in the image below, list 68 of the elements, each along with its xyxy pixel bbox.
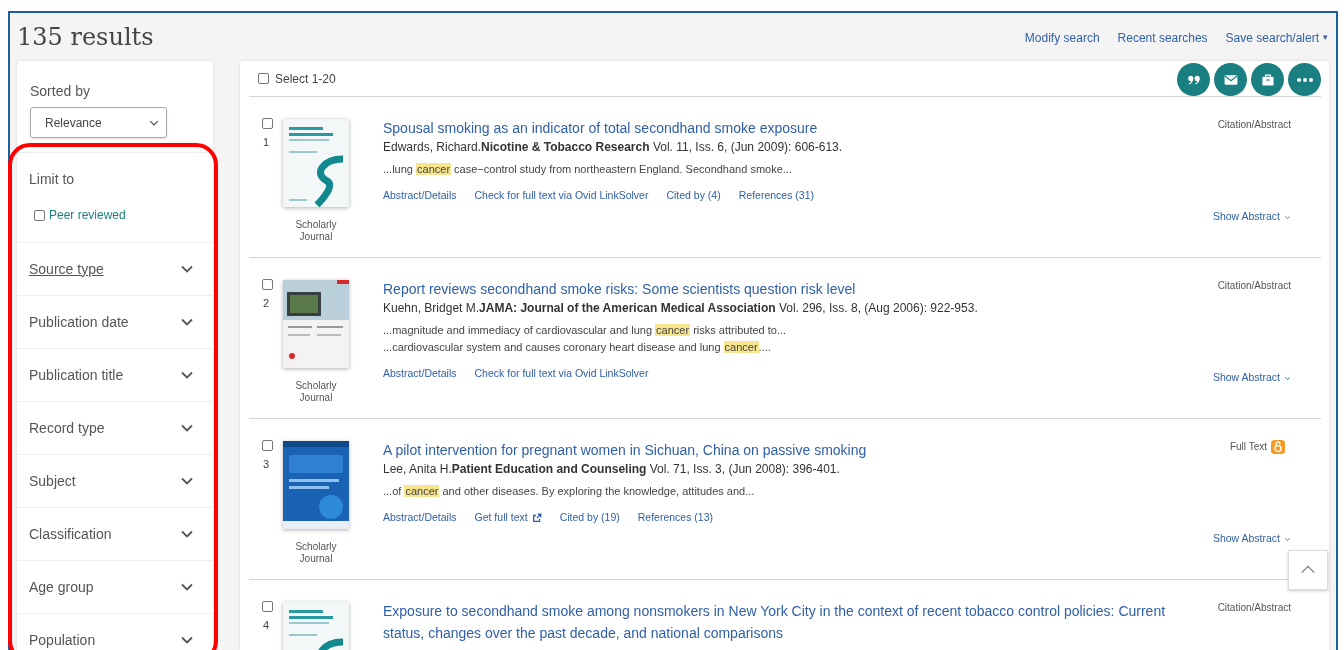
filter-accordion[interactable]: Source type	[17, 243, 213, 296]
result-number: 1	[262, 137, 270, 148]
source-type: Scholarly Journal	[294, 541, 338, 565]
peer-reviewed-label[interactable]: Peer reviewed	[49, 206, 126, 224]
sort-label: Sorted by	[30, 82, 91, 101]
result-title[interactable]: Report reviews secondhand smoke risks: Some scientists question risk level	[383, 278, 1181, 300]
result-link[interactable]: Abstract/Details	[383, 366, 457, 382]
checkbox[interactable]	[262, 118, 273, 129]
save-button[interactable]	[1251, 63, 1284, 96]
result-title[interactable]: Spousal smoking as an indicator of total secondhand smoke exposure	[383, 117, 1181, 139]
snippet: ...cardiovascular system and causes coronary heart disease and lung cancer....	[383, 340, 772, 355]
filter-accordion[interactable]: Publication date	[17, 296, 213, 349]
open-access-icon	[1271, 439, 1285, 454]
results-heading: 135 results	[17, 25, 154, 49]
filter-accordion[interactable]: Subject	[17, 455, 213, 508]
result-link[interactable]: References (13)	[637, 510, 714, 526]
format-label: Citation/Abstract	[1217, 601, 1291, 615]
filter-accordion[interactable]: Age group	[17, 561, 213, 614]
format-label: Citation/Abstract	[1217, 279, 1291, 293]
checkbox[interactable]	[262, 279, 273, 290]
email-button[interactable]	[1214, 63, 1247, 96]
external-link-icon	[531, 512, 542, 523]
result-title[interactable]: Exposure to secondhand smoke among nonsmokers in New York City in the context of recent tobacco control policies: Current status, changes over the past decade, and national comparisons	[383, 600, 1181, 644]
save-search-menu[interactable]: Save search/alert ▾	[1225, 29, 1328, 47]
sort-dropdown[interactable]: Relevance	[30, 107, 167, 138]
citation: Kuehn, Bridget M.JAMA: Journal of the American Medical Association Vol. 296, Iss. 8, (Aug 2006): 922-953.	[383, 300, 979, 316]
cite-button[interactable]	[1177, 63, 1210, 96]
chevron-down-icon	[1284, 535, 1291, 543]
checkbox[interactable]	[262, 440, 273, 451]
result-link[interactable]: Check for full text via Ovid LinkSolver	[474, 366, 649, 382]
filter-accordion[interactable]: Record type	[17, 402, 213, 455]
result-link[interactable]: References (31)	[738, 188, 814, 204]
source-type: Scholarly Journal	[294, 219, 338, 243]
chevron-down-icon	[1284, 213, 1291, 221]
show-abstract-button[interactable]: Show Abstract	[1212, 531, 1291, 547]
snippet: ...of cancer and other diseases. By exploring the knowledge, attitudes and...	[383, 484, 756, 499]
checkbox[interactable]	[258, 73, 269, 84]
header-link[interactable]: Recent searches	[1117, 29, 1208, 47]
limit-label: Limit to	[29, 170, 76, 189]
full-text-link[interactable]: Get full text	[474, 510, 542, 526]
result-number: 4	[262, 620, 270, 631]
more-button[interactable]	[1288, 63, 1321, 96]
show-abstract-button[interactable]: Show Abstract	[1212, 370, 1291, 386]
format-label: Full Text	[1229, 440, 1267, 454]
result-number: 2	[262, 298, 270, 309]
chevron-down-icon	[1284, 374, 1291, 382]
checkbox[interactable]	[262, 601, 273, 612]
result-link[interactable]: Abstract/Details	[383, 188, 457, 204]
citation: Edwards, Richard.Nicotine & Tobacco Research Vol. 11, Iss. 6, (Jun 2009): 606-613.	[383, 139, 844, 155]
result-title[interactable]: A pilot intervention for pregnant women in Sichuan, China on passive smoking	[383, 439, 1181, 461]
result-number: 3	[262, 459, 270, 470]
filter-accordion[interactable]: Publication title	[17, 349, 213, 402]
result-link[interactable]: Check for full text via Ovid LinkSolver	[474, 188, 649, 204]
filter-accordion[interactable]: Population	[17, 614, 213, 650]
header-link[interactable]: Modify search	[1024, 29, 1100, 47]
show-abstract-button[interactable]: Show Abstract	[1212, 209, 1291, 225]
filter-accordion[interactable]: Classification	[17, 508, 213, 561]
checkbox[interactable]	[34, 209, 45, 221]
result-link[interactable]: Cited by (4)	[666, 188, 721, 204]
result-link[interactable]: Cited by (19)	[559, 510, 620, 526]
source-type: Scholarly Journal	[294, 380, 338, 404]
select-all-label[interactable]: Select 1-20	[275, 69, 336, 88]
result-link[interactable]: Abstract/Details	[383, 510, 457, 526]
format-label: Citation/Abstract	[1217, 118, 1291, 132]
citation: Lee, Anita H.Patient Education and Counseling Vol. 71, Iss. 3, (Jun 2008): 396-401.	[383, 461, 841, 477]
snippet: ...magnitude and immediacy of cardiovascular and lung cancer risks attributed to...	[383, 323, 788, 338]
snippet: ...lung cancer case−control study from northeastern England. Secondhand smoke...	[383, 162, 793, 177]
more-icon	[1296, 77, 1313, 82]
